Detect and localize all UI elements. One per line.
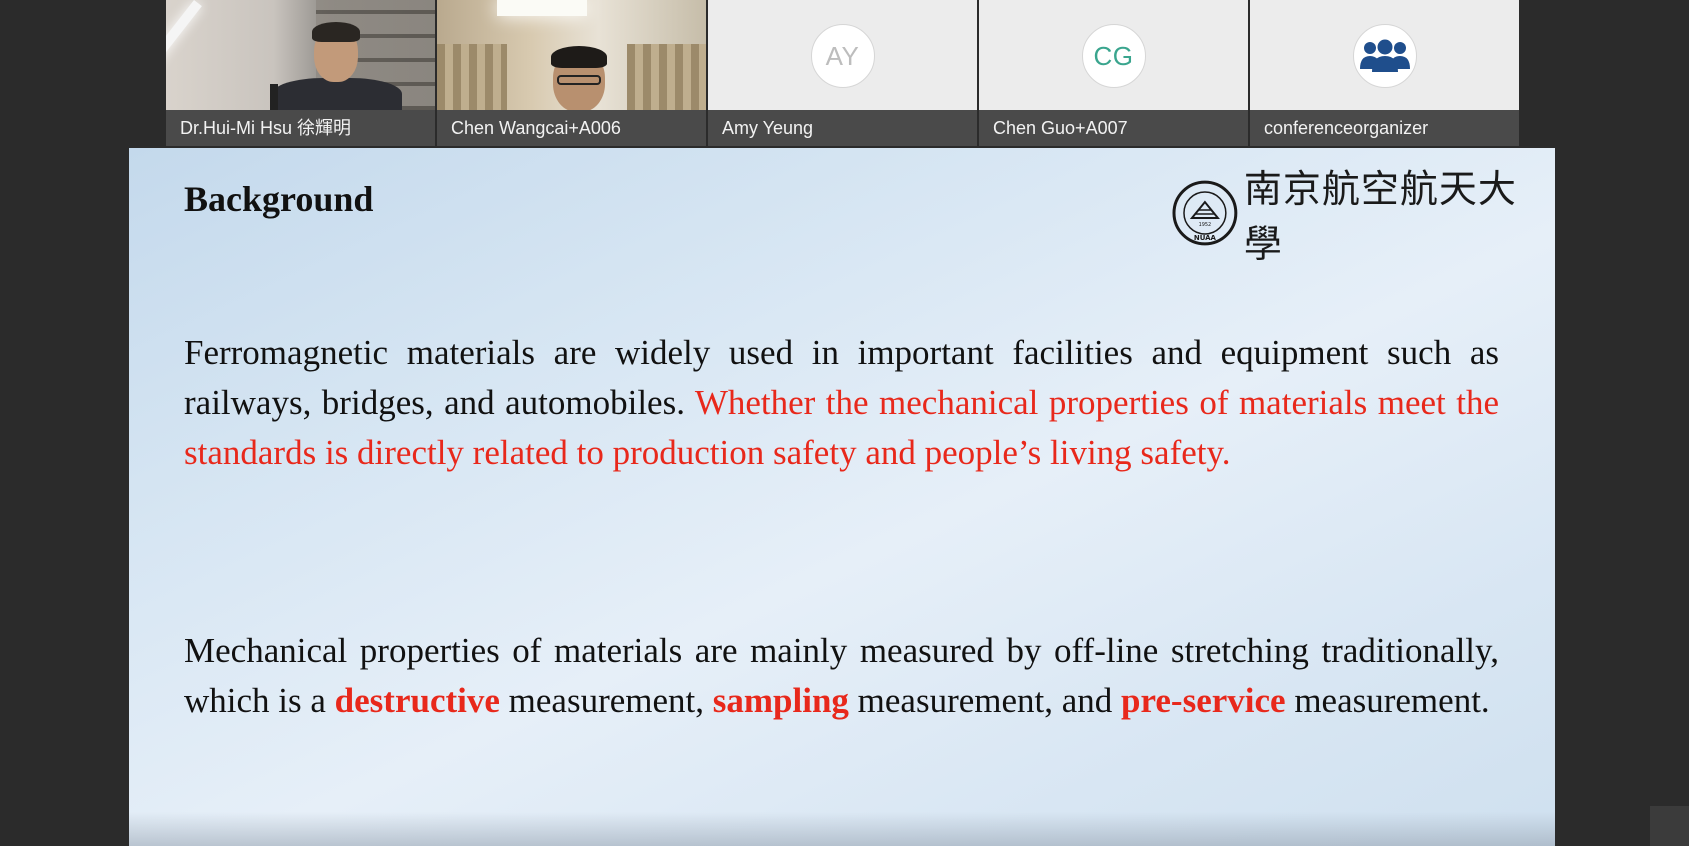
participant-name: Chen Wangcai+A006 [437, 110, 706, 146]
participant-tile-5[interactable]: conferenceorganizer [1250, 0, 1519, 146]
paragraph-text: measurement, [499, 681, 713, 720]
participant-tile-3[interactable]: AY Amy Yeung [708, 0, 977, 146]
paragraph-measurement: Mechanical properties of materials are m… [184, 626, 1499, 726]
shared-slide: Background 1952 NUAA 南京航空航天大學 Ferromagne… [129, 148, 1555, 846]
participant-video [437, 0, 706, 114]
participant-strip: Dr.Hui-Mi Hsu 徐輝明 Chen Wangcai+A006 AY A… [166, 0, 1519, 146]
avatar [1352, 24, 1417, 88]
curtain-left [437, 44, 507, 114]
paragraph-text: measurement. [1285, 681, 1490, 720]
avatar: CG [1081, 24, 1146, 88]
avatar: AY [810, 24, 875, 88]
participant-name: Amy Yeung [708, 110, 977, 146]
lamp-light [166, 0, 202, 82]
paragraph-ferromagnetic: Ferromagnetic materials are widely used … [184, 328, 1499, 478]
paragraph-text: measurement, and [848, 681, 1122, 720]
ceiling-light [497, 0, 587, 16]
seal-year: 1952 [1199, 222, 1212, 228]
person-hair [312, 22, 360, 42]
seal-abbrev: NUAA [1194, 234, 1217, 242]
participant-tile-1[interactable]: Dr.Hui-Mi Hsu 徐輝明 [166, 0, 435, 146]
university-name: 南京航空航天大學 [1243, 167, 1517, 266]
participant-tile-4[interactable]: CG Chen Guo+A007 [979, 0, 1248, 146]
emphasis-sampling: sampling [712, 681, 849, 720]
participant-name: Dr.Hui-Mi Hsu 徐輝明 [166, 110, 435, 146]
person-hair [551, 46, 607, 68]
university-seal-icon: 1952 NUAA [1172, 180, 1238, 246]
group-people-icon [1358, 39, 1412, 73]
emphasis-destructive: destructive [334, 681, 500, 720]
participant-tile-2[interactable]: Chen Wangcai+A006 [437, 0, 706, 146]
glasses [557, 75, 601, 85]
slide-bottom-shadow [129, 812, 1555, 846]
participant-video [166, 0, 435, 118]
participant-name: conferenceorganizer [1250, 110, 1519, 146]
university-logo: 1952 NUAA 南京航空航天大學 [1172, 158, 1555, 268]
emphasis-pre-service: pre-service [1121, 681, 1286, 720]
slide-title: Background [184, 179, 374, 219]
corner-control[interactable] [1650, 806, 1689, 846]
curtain-right [627, 44, 706, 114]
participant-name: Chen Guo+A007 [979, 110, 1248, 146]
